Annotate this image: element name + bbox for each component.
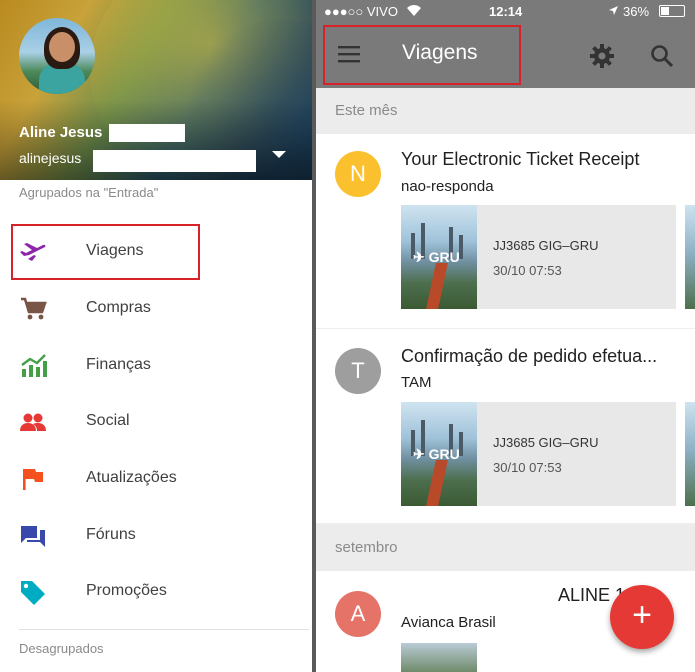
chevron-down-icon[interactable]: [271, 150, 287, 160]
user-avatar[interactable]: [19, 18, 95, 94]
divider: [19, 629, 309, 630]
nav-item-label: Fóruns: [86, 526, 136, 543]
flight-card[interactable]: ✈ GRU JJ3685 GIG–GRU 30/10 07:53: [401, 402, 676, 506]
nav-item-label: Social: [86, 412, 130, 429]
wifi-icon: [407, 5, 421, 16]
people-icon: [20, 413, 46, 431]
flag-icon: [23, 469, 43, 490]
nav-item-promocoes[interactable]: Promoções: [0, 566, 312, 618]
cart-icon: [21, 297, 47, 320]
nav-item-label: Compras: [86, 299, 151, 316]
nav-item-label: Promoções: [86, 582, 167, 599]
email-sender: nao-responda: [401, 178, 494, 195]
app-toolbar: Viagens: [316, 22, 695, 88]
nav-item-compras[interactable]: Compras: [0, 283, 312, 335]
flight-card[interactable]: ✈ GRU JJ3685 GIG–GRU 30/10 07:53: [401, 205, 676, 309]
email-item[interactable]: T Confirmação de pedido efetua... TAM ✈ …: [316, 329, 695, 523]
account-header[interactable]: Aline Jesus alinejesus: [0, 0, 312, 180]
flight-code: JJ3685 GIG–GRU: [493, 238, 599, 253]
email-sender: TAM: [401, 374, 432, 391]
chart-icon: [21, 354, 47, 377]
nav-item-foruns[interactable]: Fóruns: [0, 510, 312, 562]
section-label: Este mês: [335, 102, 398, 119]
email-subject: Your Electronic Ticket Receipt: [401, 149, 640, 169]
inbox-view: ●●●○○ VIVO 12:14 36% Viagens Este mês N …: [316, 0, 695, 672]
sender-avatar: A: [335, 591, 381, 637]
sender-avatar: N: [335, 151, 381, 197]
sender-avatar: T: [335, 348, 381, 394]
plus-icon: +: [632, 596, 652, 634]
ungrouped-label: Desagrupados: [19, 641, 104, 656]
flight-destination-badge: ✈ GRU: [413, 446, 460, 462]
nav-item-financas[interactable]: Finanças: [0, 340, 312, 392]
forum-icon: [21, 526, 45, 547]
selection-highlight: [11, 224, 200, 280]
next-flight-card[interactable]: [685, 205, 695, 309]
email-subject: Confirmação de pedido efetua...: [401, 346, 658, 366]
nav-item-label: Atualizações: [86, 469, 177, 486]
title-highlight: [323, 25, 521, 85]
next-flight-card[interactable]: [685, 402, 695, 506]
nav-item-social[interactable]: Social: [0, 396, 312, 448]
section-header: Este mês: [316, 88, 695, 134]
section-header: setembro: [316, 525, 695, 571]
battery-percent: 36%: [623, 4, 650, 19]
flight-date: 30/10 07:53: [493, 460, 562, 475]
search-icon[interactable]: [650, 44, 674, 68]
settings-gear-icon[interactable]: [590, 44, 614, 68]
clock: 12:14: [489, 4, 523, 19]
location-arrow-icon: [609, 6, 618, 15]
tag-icon: [21, 581, 45, 605]
group-label: Agrupados na "Entrada": [19, 185, 159, 200]
flight-code: JJ3685 GIG–GRU: [493, 435, 599, 450]
redaction-block: [109, 124, 185, 142]
flight-date: 30/10 07:53: [493, 263, 562, 278]
email-item[interactable]: N Your Electronic Ticket Receipt nao-res…: [316, 134, 695, 328]
navigation-drawer: Aline Jesus alinejesus Agrupados na "Ent…: [0, 0, 312, 672]
user-name: Aline Jesus: [19, 124, 103, 141]
redaction-block: [93, 150, 256, 172]
user-email: alinejesus: [19, 150, 82, 166]
status-bar: ●●●○○ VIVO 12:14 36%: [316, 0, 695, 22]
section-label: setembro: [335, 539, 398, 556]
email-sender: Avianca Brasil: [401, 614, 496, 631]
nav-item-atualizacoes[interactable]: Atualizações: [0, 453, 312, 505]
battery-icon: [659, 5, 685, 17]
carrier-label: ●●●○○ VIVO: [324, 4, 398, 19]
destination-photo: [401, 643, 477, 672]
nav-item-label: Finanças: [86, 356, 151, 373]
flight-destination-badge: ✈ GRU: [413, 249, 460, 265]
compose-fab[interactable]: +: [610, 585, 674, 649]
